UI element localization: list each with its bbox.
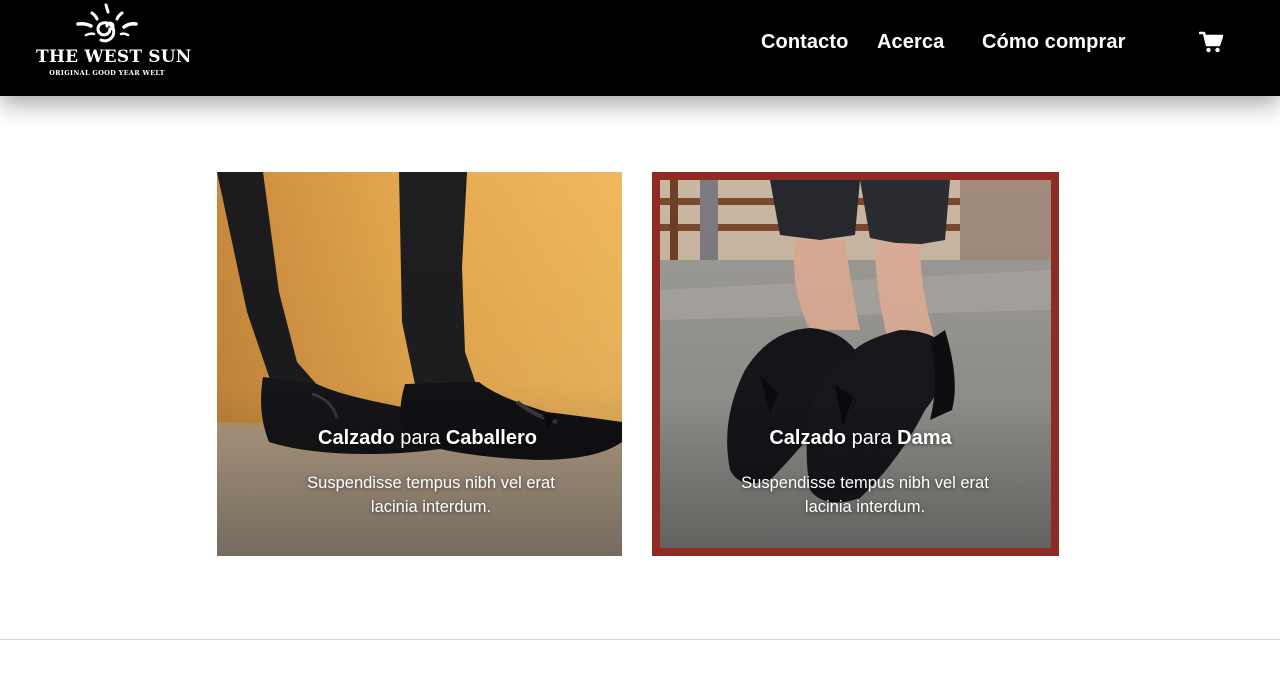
brand-tagline: ORIGINAL GOOD YEAR WELT <box>49 69 165 77</box>
card-title-strong: Dama <box>897 427 952 449</box>
sun-icon <box>76 3 138 43</box>
category-card-dama[interactable]: Calzado para Dama Suspendisse tempus nib… <box>652 172 1059 556</box>
nav-link-contacto[interactable]: Contacto <box>761 31 848 54</box>
section-divider <box>0 639 1280 640</box>
nav-link-acerca[interactable]: Acerca <box>877 31 944 54</box>
card-title-strong: Caballero <box>445 427 537 449</box>
card-title-light: para <box>400 427 441 449</box>
brand-logo[interactable]: THE WEST SUN ORIGINAL GOOD YEAR WELT <box>36 2 192 82</box>
shopping-cart-icon <box>1199 31 1223 53</box>
category-card-caballero[interactable]: Calzado para Caballero Suspendisse tempu… <box>217 172 622 556</box>
card-description: Suspendisse tempus nibh vel erat lacinia… <box>741 474 989 516</box>
card-title: Calzado para Caballero <box>225 427 622 450</box>
card-title-strong: Calzado <box>318 427 395 449</box>
site-header: THE WEST SUN ORIGINAL GOOD YEAR WELT Con… <box>0 0 1280 96</box>
brand-name: THE WEST SUN <box>36 47 192 67</box>
card-title: Calzado para Dama <box>657 427 1059 450</box>
nav-link-como-comprar[interactable]: Cómo comprar <box>982 31 1125 54</box>
card-title-strong: Calzado <box>769 427 847 449</box>
card-title-light: para <box>851 427 892 449</box>
card-description: Suspendisse tempus nibh vel erat lacinia… <box>307 474 555 516</box>
